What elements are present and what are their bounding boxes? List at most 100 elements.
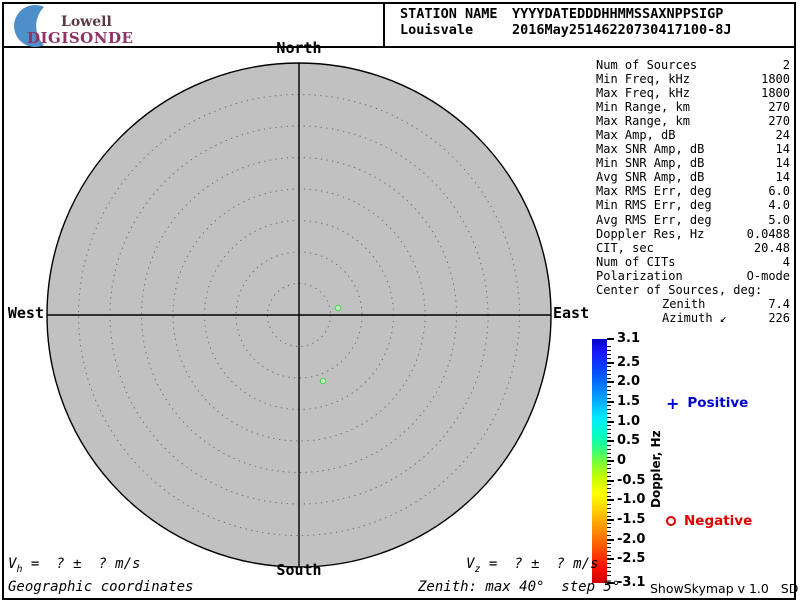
colorbar-minor-tick xyxy=(607,468,611,470)
param-value: 24 xyxy=(775,128,790,143)
param-value: 270 xyxy=(768,100,790,115)
colorbar-tick-label: -3.1 xyxy=(617,575,646,590)
param-row: Num of CITs 4 xyxy=(596,255,790,269)
param-row: CIT, sec 20.48 xyxy=(596,241,790,255)
logo-subtitle: DIGISONDE xyxy=(27,29,134,47)
param-label: Max SNR Amp, dB xyxy=(596,142,705,157)
colorbar-minor-tick xyxy=(607,358,611,360)
colorbar-minor-tick xyxy=(607,488,611,490)
param-label: Num of CITs xyxy=(596,254,676,269)
param-row: Min Range, km 270 xyxy=(596,100,790,114)
header-col-axn-value: 417 xyxy=(658,22,683,38)
header-col-hhmmss-label: HHMMSS xyxy=(601,6,651,22)
param-value: 20.48 xyxy=(753,240,790,255)
colorbar-major-tick xyxy=(607,361,614,364)
param-row: Min RMS Err, deg 4.0 xyxy=(596,198,790,212)
station-name-label: STATION NAME xyxy=(400,6,498,22)
param-value: 4 xyxy=(782,254,790,269)
legend-positive-label: Positive xyxy=(687,395,749,411)
param-label: Polarization xyxy=(596,268,683,283)
colorbar-minor-tick xyxy=(607,397,611,399)
colorbar-axis-label: Doppler, Hz xyxy=(649,430,663,508)
colorbar-minor-tick xyxy=(607,350,611,352)
param-value: 14 xyxy=(775,142,790,157)
station-header: STATION NAME YYYYDATEDDDHHMMSSAXNPPSIGP … xyxy=(400,6,792,38)
station-header-values: Louisvale 2016May25146220730417100-8J xyxy=(400,22,792,38)
colorbar-minor-tick xyxy=(607,551,611,553)
colorbar-tick-label: -0.5 xyxy=(617,472,646,488)
colorbar-major-tick xyxy=(607,420,614,423)
source-point-negative xyxy=(319,377,327,385)
colorbar-tick-label: 2.0 xyxy=(617,374,641,390)
colorbar-minor-tick xyxy=(607,562,611,564)
colorbar-minor-tick xyxy=(607,354,611,356)
colorbar-major-tick xyxy=(607,440,614,443)
source-point-negative xyxy=(334,304,342,312)
param-label: Min Freq, kHz xyxy=(596,72,690,87)
param-value: 1800 xyxy=(761,86,790,101)
colorbar-tick-label: 3.1 xyxy=(617,331,641,346)
param-value: 14 xyxy=(775,156,790,171)
colorbar-minor-tick xyxy=(607,484,611,486)
colorbar-major-tick xyxy=(607,381,614,384)
param-label: Max RMS Err, deg xyxy=(596,184,712,199)
header-col-igp-label: IGP xyxy=(698,6,724,22)
param-value: 270 xyxy=(768,114,790,129)
colorbar-minor-tick xyxy=(607,464,611,466)
param-value: 5.0 xyxy=(768,212,790,227)
station-header-value-columns: 2016May25146220730417100-8J xyxy=(512,22,732,38)
param-label: Center of Sources, deg: xyxy=(596,282,763,297)
header-col-pps-label: PPS xyxy=(674,6,699,22)
param-value: 2 xyxy=(782,58,790,72)
header-col-yyyy-label: YYYY xyxy=(512,6,545,22)
colorbar-minor-tick xyxy=(607,385,611,387)
colorbar-minor-tick xyxy=(607,452,611,454)
colorbar-tick-label: 0 xyxy=(617,453,627,468)
param-value: 1800 xyxy=(761,72,790,87)
param-value: 7.4 xyxy=(768,296,790,311)
param-label: Max Amp, dB xyxy=(596,128,676,143)
colorbar-minor-tick xyxy=(607,507,611,509)
colorbar-minor-tick xyxy=(607,503,611,505)
param-row: Max Freq, kHz 1800 xyxy=(596,86,790,100)
param-value: O-mode xyxy=(746,268,790,283)
compass-label-east: East xyxy=(553,304,590,322)
header-col-yyyy-value: 2016 xyxy=(512,22,545,38)
param-label: Zenith xyxy=(662,296,706,311)
colorbar-minor-tick xyxy=(607,554,611,556)
param-value: 0.0488 xyxy=(746,226,790,241)
colorbar-tick-label: -1.5 xyxy=(617,512,646,528)
colorbar-minor-tick xyxy=(607,409,611,411)
colorbar-minor-tick xyxy=(607,566,611,568)
lowell-digisonde-logo: Lowell DIGISONDE xyxy=(10,3,134,48)
doppler-colorbar xyxy=(592,339,607,583)
colorbar-minor-tick xyxy=(607,472,611,474)
header-col-ddd-label: DDD xyxy=(577,6,602,22)
param-row: Max Range, km 270 xyxy=(596,114,790,128)
param-row: Polarization O-mode xyxy=(596,269,790,283)
param-value: 6.0 xyxy=(768,184,790,199)
colorbar-tick-label: -2.0 xyxy=(617,531,646,547)
param-row: Avg SNR Amp, dB 14 xyxy=(596,170,790,184)
param-value: 14 xyxy=(775,170,790,185)
logo-divider xyxy=(383,2,385,46)
compass-label-south: South xyxy=(276,561,322,579)
colorbar-tick-label: 1.0 xyxy=(617,413,641,429)
colorbar-minor-tick xyxy=(607,491,611,493)
vertical-velocity-readout: Vz = ? ± ? m/s xyxy=(466,556,599,575)
station-name-value: Louisvale xyxy=(400,22,474,38)
param-row: Azimuth ↙ 226 xyxy=(596,311,790,325)
param-row: Min Freq, kHz 1800 xyxy=(596,72,790,86)
colorbar-major-tick xyxy=(607,519,614,522)
version-note: ShowSkymap v 1.0 SD v 5.1 xyxy=(650,581,799,596)
colorbar-major-tick xyxy=(607,479,614,482)
colorbar-minor-tick xyxy=(607,448,611,450)
colorbar-minor-tick xyxy=(607,570,611,572)
colorbar-minor-tick xyxy=(607,495,611,497)
param-row: Doppler Res, Hz 0.0488 xyxy=(596,227,790,241)
colorbar-minor-tick xyxy=(607,393,611,395)
coordinates-note: Geographic coordinates xyxy=(8,579,194,595)
param-row: Max Amp, dB 24 xyxy=(596,128,790,142)
colorbar-minor-tick xyxy=(607,531,611,533)
param-row: Num of Sources 2 xyxy=(596,58,790,72)
